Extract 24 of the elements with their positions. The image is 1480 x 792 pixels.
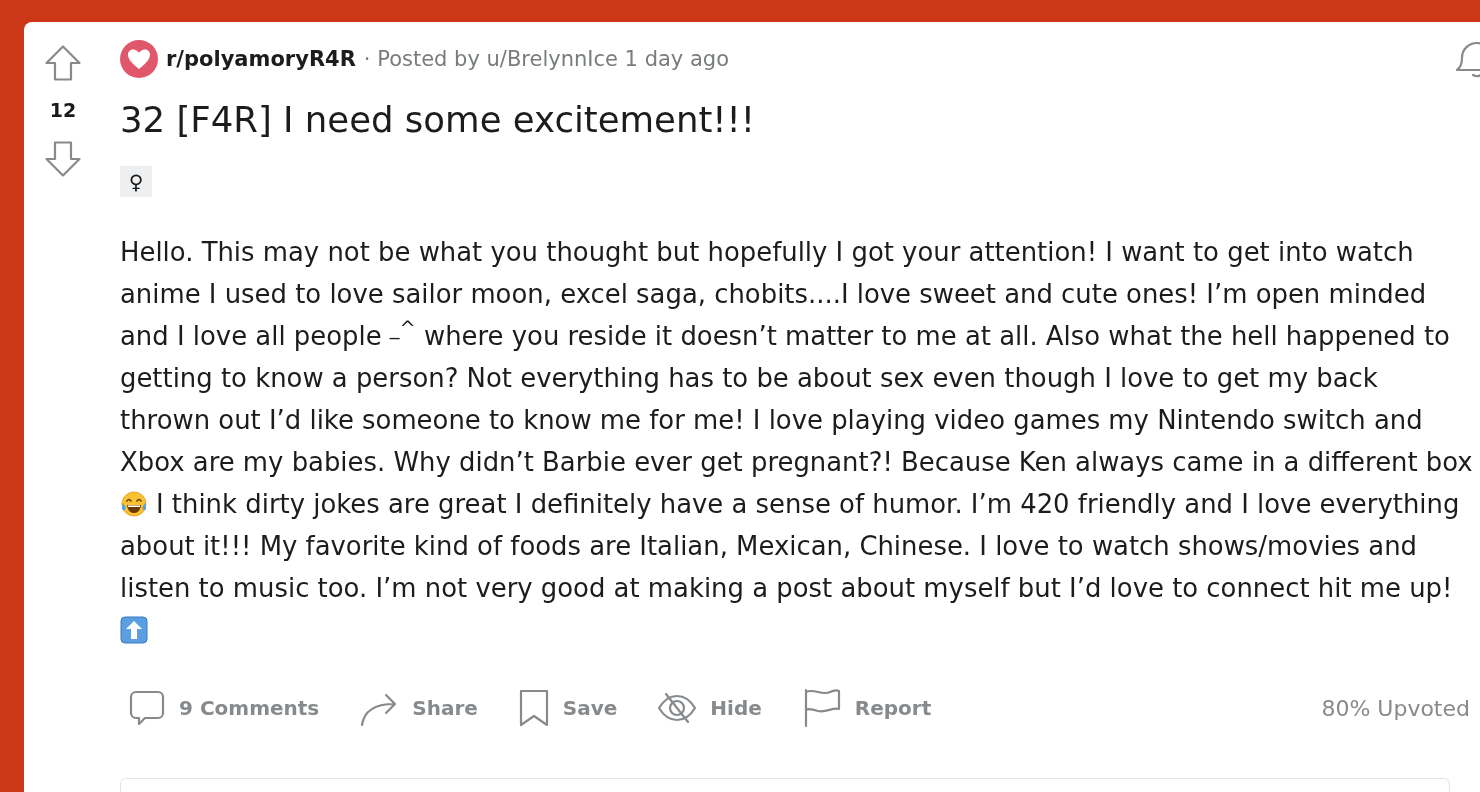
bookmark-icon xyxy=(517,689,550,727)
flair-tag: ♀ xyxy=(120,166,152,197)
eye-slash-icon xyxy=(657,692,698,724)
post-meta-text: · Posted by u/BrelynnIce 1 day ago xyxy=(363,46,729,73)
post-body-text: Hello. This may not be what you thought but hopefully I got your attention! I want to get into watch anime I used to love sailor moon, excel saga, chobits....I love sweet and cute ones! I’m open minded and I love all people $^{_^}$ where you reside it doesn’t matter to me at all. Also what the hell happened to getting to know a person? Not everything has to be about sex even though I love to get my back thrown out I’d like someone to know me for me! I love playing video games my Nintendo switch and Xbox are my babies. Why didn’t Barbie ever get pregnant?! Because Ken always came in a different box I think dirty jokes are great I definitely have a sense of humor. I’m 420 friendly and I love everything about it!!! My favorite kind of foods are Italian, Mexican, Chinese. I love to watch shows/movies and listen to music too. I’m not very good at making a post about myself but I’d love to connect hit me up! xyxy=(120,231,1476,651)
bell-icon[interactable] xyxy=(1455,40,1480,78)
upvote-button[interactable] xyxy=(44,44,82,82)
heart-avatar-icon[interactable] xyxy=(120,40,158,78)
report-button[interactable]: Report xyxy=(793,688,940,728)
comments-button[interactable]: 9 Comments xyxy=(120,688,328,728)
vote-score: 12 xyxy=(49,98,77,122)
arrow-down-icon xyxy=(44,140,82,178)
subreddit-link[interactable]: r/polyamoryR4R xyxy=(166,45,356,73)
share-button[interactable]: Share xyxy=(351,688,486,728)
laughing-emoji-icon xyxy=(120,490,148,518)
hide-button[interactable]: Hide xyxy=(649,688,770,728)
speech-bubble-icon xyxy=(128,689,166,727)
arrow-up-icon xyxy=(44,44,82,82)
comment-input-field[interactable] xyxy=(120,778,1450,792)
upvote-ratio-text: 80% Upvoted xyxy=(1321,694,1470,723)
save-button[interactable]: Save xyxy=(509,688,626,728)
post-title: 32 [F4R] I need some excitement!!! xyxy=(120,98,756,142)
up-arrow-emoji-icon xyxy=(120,616,148,644)
downvote-button[interactable] xyxy=(44,140,82,178)
